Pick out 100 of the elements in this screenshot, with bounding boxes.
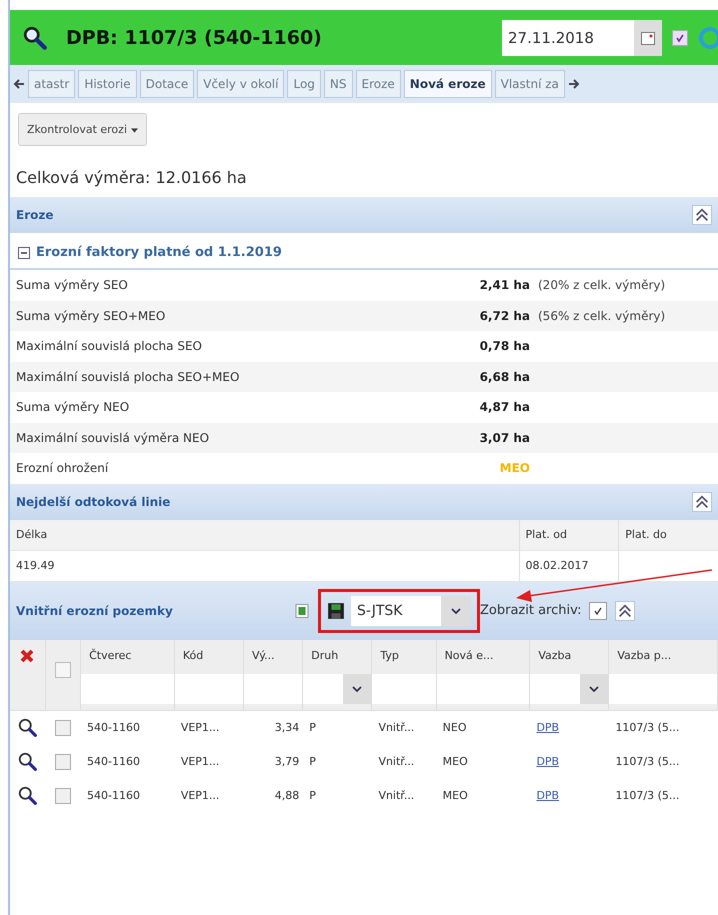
table-cell: VEP1...: [180, 721, 220, 734]
checkbox[interactable]: [589, 602, 608, 620]
caret-icon[interactable]: [130, 128, 138, 133]
column-header[interactable]: Délka: [10, 520, 519, 550]
tab[interactable]: Historie: [78, 70, 137, 98]
table-cell: 540-1160: [87, 755, 140, 768]
tab[interactable]: Vlastní za: [494, 70, 565, 98]
search-icon[interactable]: [16, 750, 39, 772]
table-cell: 1107/3 (5...: [615, 789, 680, 802]
column-header[interactable]: Plat. od: [518, 520, 618, 550]
table-cell: 540-1160: [87, 789, 140, 802]
table-cell: 08.02.2017: [518, 550, 618, 580]
check-icon[interactable]: [675, 32, 685, 42]
factor-label: Erozní ohrožení: [16, 461, 110, 476]
record-title: DPB: 1107/3 (540-1160): [66, 26, 323, 48]
table-cell: 3,34: [274, 721, 300, 734]
search-icon[interactable]: [16, 784, 39, 806]
tab[interactable]: Včely v okolí: [197, 70, 284, 98]
table-cell: Vnitř...: [378, 755, 414, 768]
table-cell: 1107/3 (5...: [615, 721, 680, 734]
table-cell: 4,88: [274, 789, 300, 802]
column-header[interactable]: Čtverec: [81, 640, 174, 672]
factor-value: 6,68 ha: [478, 370, 530, 384]
filter-field[interactable]: [436, 674, 530, 704]
table-cell: 1107/3 (5...: [615, 755, 680, 768]
total-area: Celková výměra: 12.0166 ha: [16, 168, 718, 187]
save-icon[interactable]: [327, 602, 345, 620]
factor-value: 4,87 ha: [478, 400, 530, 414]
checkbox[interactable]: [55, 788, 72, 804]
filter-field[interactable]: [372, 674, 436, 704]
tab[interactable]: atastr: [28, 70, 76, 98]
spreadsheet-icon[interactable]: [294, 602, 310, 618]
filter-field[interactable]: [244, 674, 302, 704]
factor-label: Suma výměry SEO+MEO: [16, 308, 166, 323]
checkbox[interactable]: [54, 662, 71, 678]
table-cell: 3,79: [274, 755, 300, 768]
check-erosion-button[interactable]: Zkontrolovat erozi: [18, 113, 146, 146]
column-header[interactable]: Typ: [372, 640, 436, 672]
table-cell: P: [309, 789, 316, 802]
tab[interactable]: Eroze: [356, 70, 401, 98]
factor-label: Maximální souvislá plocha SEO: [16, 339, 203, 354]
section-title: Nejdelší odtoková linie: [16, 494, 172, 508]
link[interactable]: DPB: [536, 755, 560, 768]
factor-value: 2,41 ha: [478, 278, 530, 292]
section-title: Eroze: [16, 208, 54, 222]
filter-field[interactable]: [609, 674, 717, 704]
search-icon[interactable]: [22, 24, 48, 50]
table-cell: MEO: [442, 789, 468, 802]
filter-field[interactable]: [174, 674, 244, 704]
factor-value: 6,72 ha: [478, 308, 530, 323]
collapse-icon[interactable]: [18, 246, 30, 258]
table-cell: MEO: [442, 755, 468, 768]
collapse-icon[interactable]: [692, 492, 712, 512]
checkbox[interactable]: [672, 30, 688, 46]
checkbox[interactable]: [55, 720, 72, 736]
tab[interactable]: Dotace: [140, 70, 194, 98]
factor-value: MEO: [498, 461, 530, 476]
crs-select[interactable]: S-JTSK: [351, 596, 471, 626]
factor-value: 0,78 ha: [478, 339, 530, 354]
factor-label: Suma výměry SEO: [16, 278, 129, 292]
table-cell: P: [309, 721, 316, 734]
calendar-icon[interactable]: [634, 20, 662, 56]
arrow-right-icon[interactable]: [568, 78, 580, 90]
factor-value: 3,07 ha: [478, 430, 530, 445]
factor-note: (20% z celk. výměry): [538, 278, 666, 292]
column-header[interactable]: Vazba: [530, 640, 608, 672]
filter-field[interactable]: [81, 674, 174, 704]
factor-label: Suma výměry NEO: [16, 400, 130, 414]
table-cell: P: [309, 755, 316, 768]
check-icon[interactable]: [593, 606, 604, 616]
link[interactable]: DPB: [536, 721, 560, 734]
date-field[interactable]: 27.11.2018: [502, 20, 662, 56]
tab[interactable]: Nová eroze: [404, 70, 492, 98]
column-header[interactable]: Plat. do: [618, 520, 718, 550]
tab[interactable]: Log: [287, 70, 321, 98]
table-cell: VEP1...: [180, 789, 220, 802]
delete-icon[interactable]: [19, 648, 36, 664]
table-cell: VEP1...: [180, 755, 220, 768]
column-header[interactable]: Kód: [174, 640, 244, 672]
search-icon[interactable]: [16, 716, 39, 738]
archive-label: Zobrazit archiv:: [480, 603, 582, 618]
column-header[interactable]: Vý...: [244, 640, 302, 672]
column-header[interactable]: Druh: [303, 640, 372, 672]
tab[interactable]: NS: [324, 70, 353, 98]
collapse-icon[interactable]: [615, 600, 636, 620]
arrow-left-icon[interactable]: [13, 78, 25, 90]
collapse-icon[interactable]: [692, 205, 712, 225]
factor-note: (56% z celk. výměry): [538, 308, 666, 323]
link[interactable]: DPB: [536, 789, 560, 802]
table-cell: Vnitř...: [378, 721, 414, 734]
column-header[interactable]: Vazba p...: [609, 640, 717, 672]
factor-label: Maximální souvislá výměra NEO: [16, 430, 210, 445]
table-cell: 540-1160: [87, 721, 140, 734]
section-title: Vnitřní erozní pozemky: [16, 604, 174, 618]
factor-label: Maximální souvislá plocha SEO+MEO: [16, 370, 240, 384]
table-cell-text: 419.49: [15, 558, 56, 574]
table-cell: NEO: [442, 721, 466, 734]
checkbox[interactable]: [55, 754, 72, 770]
column-header[interactable]: Nová e...: [436, 640, 530, 672]
table-cell: Vnitř...: [378, 789, 414, 802]
